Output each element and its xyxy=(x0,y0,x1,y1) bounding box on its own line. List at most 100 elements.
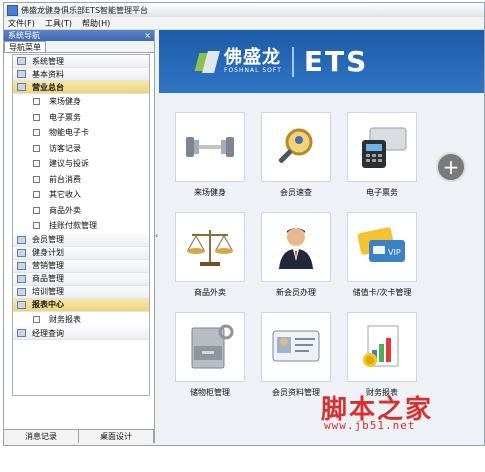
nav-panel: 系统导航 × 导航菜单 系统管理 基本资料 营业总台 来场健身 电子票务 物能电… xyxy=(4,30,155,443)
nav-subitem[interactable]: 电子票务 xyxy=(13,109,149,125)
nav-item-goods[interactable]: 商品管理 xyxy=(13,272,149,286)
tile-stored-card[interactable]: VIP 储值卡/次卡管理 xyxy=(347,212,417,302)
bottom-tabs: 消息记录 桌面设计 xyxy=(4,429,154,443)
marketing-icon xyxy=(17,261,26,270)
nav-subitem[interactable]: 访客记录 xyxy=(13,140,149,156)
doc-icon xyxy=(33,160,40,168)
magnifier-icon xyxy=(261,112,331,182)
doc-icon xyxy=(33,129,40,137)
doc-icon xyxy=(33,98,40,106)
nav-subitem[interactable]: 财务报表 xyxy=(13,311,149,327)
nav-item-label: 系统管理 xyxy=(32,56,64,66)
vip-card-icon: VIP xyxy=(347,212,417,282)
nav-subitem[interactable]: 物能电子卡 xyxy=(13,125,149,141)
tile-e-ticket[interactable]: 电子票务 xyxy=(347,112,417,202)
nav-item-label: 基本资料 xyxy=(32,69,64,79)
main-area: 佛盛龙 FOSHNAL SOFT ETS 来场健身 会员速查 电子票务 商品外卖… xyxy=(159,30,484,445)
tile-locker[interactable]: 储物柜管理 xyxy=(175,312,245,402)
nav-group-front-desk[interactable]: 营业总台 xyxy=(13,81,149,94)
nav-subitem-label: 其它收入 xyxy=(49,190,81,200)
report-icon xyxy=(17,300,26,309)
banner: 佛盛龙 FOSHNAL SOFT ETS xyxy=(159,30,484,93)
tile-checkin[interactable]: 来场健身 xyxy=(175,112,245,202)
members-icon xyxy=(17,235,26,244)
doc-icon xyxy=(33,113,40,121)
nav-item-system[interactable]: 系统管理 xyxy=(13,55,149,68)
nav-group-reports[interactable]: 报表中心 xyxy=(13,298,149,312)
card-terminal-icon xyxy=(347,112,417,182)
system-icon xyxy=(17,57,26,65)
tile-label: 来场健身 xyxy=(194,188,226,197)
doc-icon xyxy=(33,191,40,199)
nav-item-label: 营销管理 xyxy=(32,261,64,270)
person-icon xyxy=(261,212,331,282)
tile-label: 商品外卖 xyxy=(194,288,226,297)
nav-item-label: 健身计划 xyxy=(32,248,64,257)
brand-subtitle: FOSHNAL SOFT xyxy=(224,67,282,74)
scale-icon xyxy=(175,212,245,282)
menu-help[interactable]: 帮助(H) xyxy=(82,18,110,29)
nav-item-manager-query[interactable]: 经理查询 xyxy=(13,327,149,340)
goods-icon xyxy=(17,274,26,283)
nav-list: 系统管理 基本资料 营业总台 来场健身 电子票务 物能电子卡 访客记录 建议与投… xyxy=(12,54,150,396)
nav-item-label: 会员管理 xyxy=(32,235,64,244)
nav-subitem[interactable]: 来场健身 xyxy=(13,94,149,110)
plan-icon xyxy=(17,248,26,257)
cabinet-icon xyxy=(175,312,245,382)
nav-header: 系统导航 × xyxy=(4,30,154,41)
tile-goods-takeout[interactable]: 商品外卖 xyxy=(175,212,245,302)
query-icon xyxy=(17,329,26,337)
tile-new-member[interactable]: 新会员办理 xyxy=(261,212,331,302)
desk-icon xyxy=(17,83,26,91)
nav-subitem-label: 电子票务 xyxy=(49,112,81,122)
nav-item-members[interactable]: 会员管理 xyxy=(13,233,149,247)
nav-subitem-label: 物能电子卡 xyxy=(49,128,89,138)
brand-text: 佛盛龙 FOSHNAL SOFT xyxy=(224,47,282,75)
watermark-url: www.jb51.net xyxy=(324,419,416,432)
nav-subitem-label: 来场健身 xyxy=(49,97,81,107)
nav-group-label: 营业总台 xyxy=(32,82,64,92)
banner-divider xyxy=(291,46,294,77)
nav-subitem-label: 商品外卖 xyxy=(49,205,81,215)
nav-item-marketing[interactable]: 营销管理 xyxy=(13,259,149,273)
svg-text:VIP: VIP xyxy=(388,248,401,257)
doc-icon xyxy=(33,175,40,183)
menu-file[interactable]: 文件(F) xyxy=(8,18,35,29)
nav-subitem[interactable]: 其它收入 xyxy=(13,187,149,203)
close-icon[interactable]: × xyxy=(144,31,151,40)
nav-item-training[interactable]: 培训管理 xyxy=(13,285,149,299)
nav-subitem[interactable]: 商品外卖 xyxy=(13,202,149,218)
nav-subitem[interactable]: 建议与投诉 xyxy=(13,156,149,172)
tab-desktop-design[interactable]: 桌面设计 xyxy=(79,430,154,443)
menu-tools[interactable]: 工具(T) xyxy=(45,18,72,29)
nav-subitem-label: 建议与投诉 xyxy=(49,159,89,169)
tile-member-search[interactable]: 会员速查 xyxy=(261,112,331,202)
nav-item-label: 培训管理 xyxy=(32,287,64,296)
nav-subitem-label: 前台消费 xyxy=(49,174,81,184)
nav-subitem[interactable]: 前台消费 xyxy=(13,171,149,187)
title-bar: 佛盛龙健身俱乐部ETS智能管理平台 xyxy=(4,3,484,17)
window-title: 佛盛龙健身俱乐部ETS智能管理平台 xyxy=(21,5,149,15)
tile-label: 会员速查 xyxy=(280,188,312,197)
nav-item-label: 经理查询 xyxy=(32,328,64,338)
nav-item-basic-data[interactable]: 基本资料 xyxy=(13,68,149,81)
id-card-icon xyxy=(261,312,331,382)
report-chart-icon xyxy=(347,312,417,382)
app-window: 佛盛龙健身俱乐部ETS智能管理平台 文件(F) 工具(T) 帮助(H) 系统导航… xyxy=(3,2,485,446)
tile-label: 新会员办理 xyxy=(276,288,316,297)
doc-icon xyxy=(33,222,40,230)
nav-subitem-label: 访客记录 xyxy=(49,143,81,153)
brand-logo-icon xyxy=(194,50,220,73)
doc-icon xyxy=(33,315,40,323)
doc-icon xyxy=(33,206,40,214)
nav-item-fitness-plan[interactable]: 健身计划 xyxy=(13,246,149,260)
brand-name: 佛盛龙 xyxy=(224,47,281,68)
nav-group-label: 报表中心 xyxy=(32,300,64,309)
add-icon[interactable]: + xyxy=(436,152,466,182)
app-icon xyxy=(7,4,18,16)
tab-nav-menu[interactable]: 导航菜单 xyxy=(4,41,46,52)
dumbbell-icon xyxy=(175,112,245,182)
nav-subitem-label: 挂账付款管理 xyxy=(49,221,97,231)
nav-subitem[interactable]: 挂账付款管理 xyxy=(13,218,149,234)
tab-messages[interactable]: 消息记录 xyxy=(4,430,79,443)
